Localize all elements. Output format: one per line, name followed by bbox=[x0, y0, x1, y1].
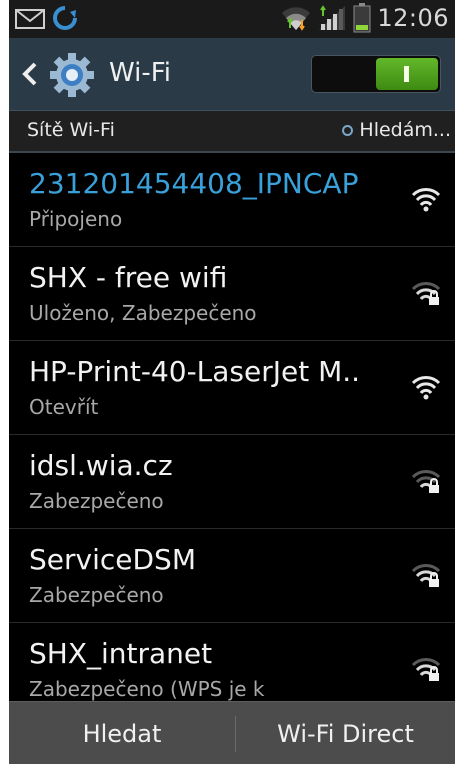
page-title: Wi-Fi bbox=[109, 58, 172, 88]
section-title: Sítě Wi-Fi bbox=[27, 119, 115, 141]
phone-screen: 12:06 Wi-Fi Sítě Wi-Fi Hledám... 2312014… bbox=[9, 0, 455, 764]
network-row[interactable]: 231201454408_IPNCAP Připojeno bbox=[9, 153, 455, 247]
toggle-knob bbox=[376, 58, 438, 90]
mail-icon bbox=[15, 9, 45, 29]
network-name: ServiceDSM bbox=[29, 543, 196, 576]
clock: 12:06 bbox=[377, 4, 449, 32]
network-status: Uloženo, Zabezpečeno bbox=[29, 301, 257, 325]
network-row[interactable]: HP-Print-40-LaserJet M.. Otevřít bbox=[9, 341, 455, 435]
settings-gear-icon[interactable] bbox=[49, 52, 95, 98]
cell-signal-icon bbox=[319, 5, 346, 30]
battery-icon bbox=[353, 3, 371, 33]
status-bar: 12:06 bbox=[9, 0, 455, 38]
network-name: SHX_intranet bbox=[29, 637, 213, 670]
network-status: Připojeno bbox=[29, 207, 123, 231]
network-row[interactable]: SHX - free wifi Uloženo, Zabezpečeno bbox=[9, 247, 455, 341]
network-status: Zabezpečeno bbox=[29, 489, 164, 513]
wifi-toggle-switch[interactable] bbox=[311, 55, 441, 93]
network-list: 231201454408_IPNCAP Připojeno SHX - free… bbox=[9, 153, 455, 701]
wifi-secured-icon bbox=[411, 564, 441, 587]
network-status: Zabezpečeno bbox=[29, 583, 164, 607]
wifi-secured-icon bbox=[411, 470, 441, 493]
scanning-indicator: Hledám... bbox=[342, 119, 451, 141]
network-name: SHX - free wifi bbox=[29, 261, 228, 294]
sync-icon bbox=[53, 6, 77, 30]
action-bar: Wi-Fi bbox=[9, 38, 455, 111]
wifi-strength-icon bbox=[411, 376, 441, 400]
wifi-signal-icon bbox=[282, 7, 311, 31]
network-name: 231201454408_IPNCAP bbox=[29, 167, 359, 200]
scanning-label: Hledám... bbox=[359, 119, 451, 141]
network-status: Zabezpečeno (WPS je k bbox=[29, 677, 265, 701]
network-row[interactable]: idsl.wia.cz Zabezpečeno bbox=[9, 435, 455, 529]
section-header: Sítě Wi-Fi Hledám... bbox=[9, 111, 455, 153]
network-row[interactable]: SHX_intranet Zabezpečeno (WPS je k bbox=[9, 623, 455, 701]
wifi-strength-icon bbox=[411, 188, 441, 212]
scan-button[interactable]: Hledat bbox=[9, 702, 235, 764]
wifi-secured-icon bbox=[411, 658, 441, 681]
network-name: idsl.wia.cz bbox=[29, 449, 173, 482]
network-status: Otevřít bbox=[29, 395, 99, 419]
wifi-direct-button[interactable]: Wi-Fi Direct bbox=[236, 702, 455, 764]
wifi-secured-icon bbox=[411, 282, 441, 305]
back-chevron-icon[interactable] bbox=[19, 58, 41, 90]
network-row[interactable]: ServiceDSM Zabezpečeno bbox=[9, 529, 455, 623]
network-name: HP-Print-40-LaserJet M.. bbox=[29, 355, 361, 388]
bottom-bar: Hledat Wi-Fi Direct bbox=[9, 701, 455, 764]
scanning-progress-icon bbox=[342, 124, 354, 136]
